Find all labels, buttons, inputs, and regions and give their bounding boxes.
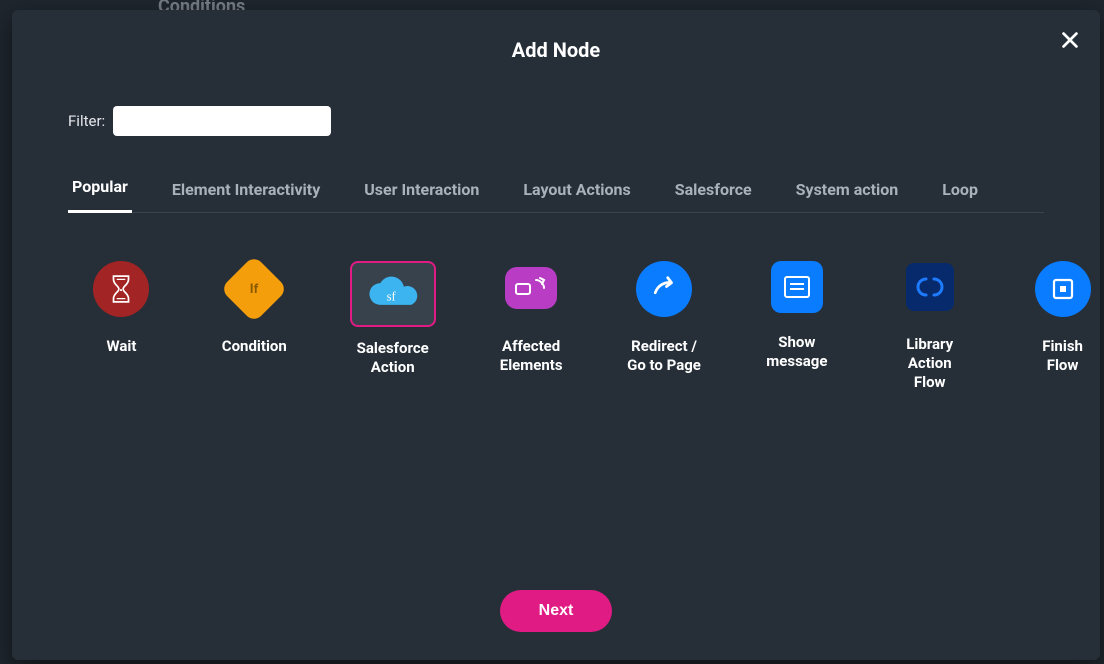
node-label: Affected Elements bbox=[494, 337, 569, 375]
message-icon bbox=[771, 261, 823, 313]
node-label: Condition bbox=[222, 337, 287, 356]
node-grid: Wait If Condition sf Salesforce Action bbox=[84, 261, 1100, 391]
node-show-message[interactable]: Show message bbox=[759, 261, 834, 371]
tab-layout-actions[interactable]: Layout Actions bbox=[519, 180, 634, 213]
svg-text:sf: sf bbox=[386, 289, 396, 303]
filter-label: Filter: bbox=[68, 112, 105, 130]
node-label: Redirect / Go to Page bbox=[627, 337, 702, 375]
tab-salesforce[interactable]: Salesforce bbox=[671, 180, 756, 213]
library-icon bbox=[906, 263, 954, 311]
selected-frame: sf bbox=[350, 261, 436, 327]
node-affected-elements[interactable]: Affected Elements bbox=[494, 261, 569, 375]
tabs: Popular Element Interactivity User Inter… bbox=[68, 176, 1044, 213]
tab-loop[interactable]: Loop bbox=[938, 180, 982, 213]
tab-user-interaction[interactable]: User Interaction bbox=[360, 180, 483, 213]
close-button[interactable] bbox=[1056, 26, 1084, 54]
node-redirect[interactable]: Redirect / Go to Page bbox=[627, 261, 702, 375]
modal-title: Add Node bbox=[12, 10, 1100, 62]
add-node-modal: Add Node Filter: Popular Element Interac… bbox=[12, 10, 1100, 660]
node-label: Salesforce Action bbox=[350, 339, 436, 377]
diamond-icon: If bbox=[220, 255, 288, 323]
tab-popular[interactable]: Popular bbox=[68, 177, 132, 213]
close-icon bbox=[1059, 29, 1081, 51]
node-wait[interactable]: Wait bbox=[84, 261, 159, 356]
finish-icon bbox=[1035, 261, 1091, 317]
node-condition[interactable]: If Condition bbox=[217, 261, 292, 356]
node-salesforce-action[interactable]: sf Salesforce Action bbox=[350, 261, 436, 377]
node-library-action-flow[interactable]: Library Action Flow bbox=[892, 261, 967, 391]
node-label: Library Action Flow bbox=[892, 335, 967, 391]
next-button[interactable]: Next bbox=[500, 590, 612, 632]
node-finish-flow[interactable]: Finish Flow bbox=[1025, 261, 1100, 375]
cloud-icon: sf bbox=[364, 274, 422, 314]
node-label: Show message bbox=[759, 333, 834, 371]
affected-icon bbox=[505, 267, 557, 309]
node-label: Finish Flow bbox=[1025, 337, 1100, 375]
tab-system-action[interactable]: System action bbox=[792, 180, 903, 213]
redirect-icon bbox=[636, 261, 692, 317]
filter-input[interactable] bbox=[113, 106, 331, 136]
filter-row: Filter: bbox=[68, 106, 1100, 136]
hourglass-icon bbox=[93, 261, 149, 317]
tab-element-interactivity[interactable]: Element Interactivity bbox=[168, 180, 324, 213]
node-label: Wait bbox=[106, 337, 136, 356]
